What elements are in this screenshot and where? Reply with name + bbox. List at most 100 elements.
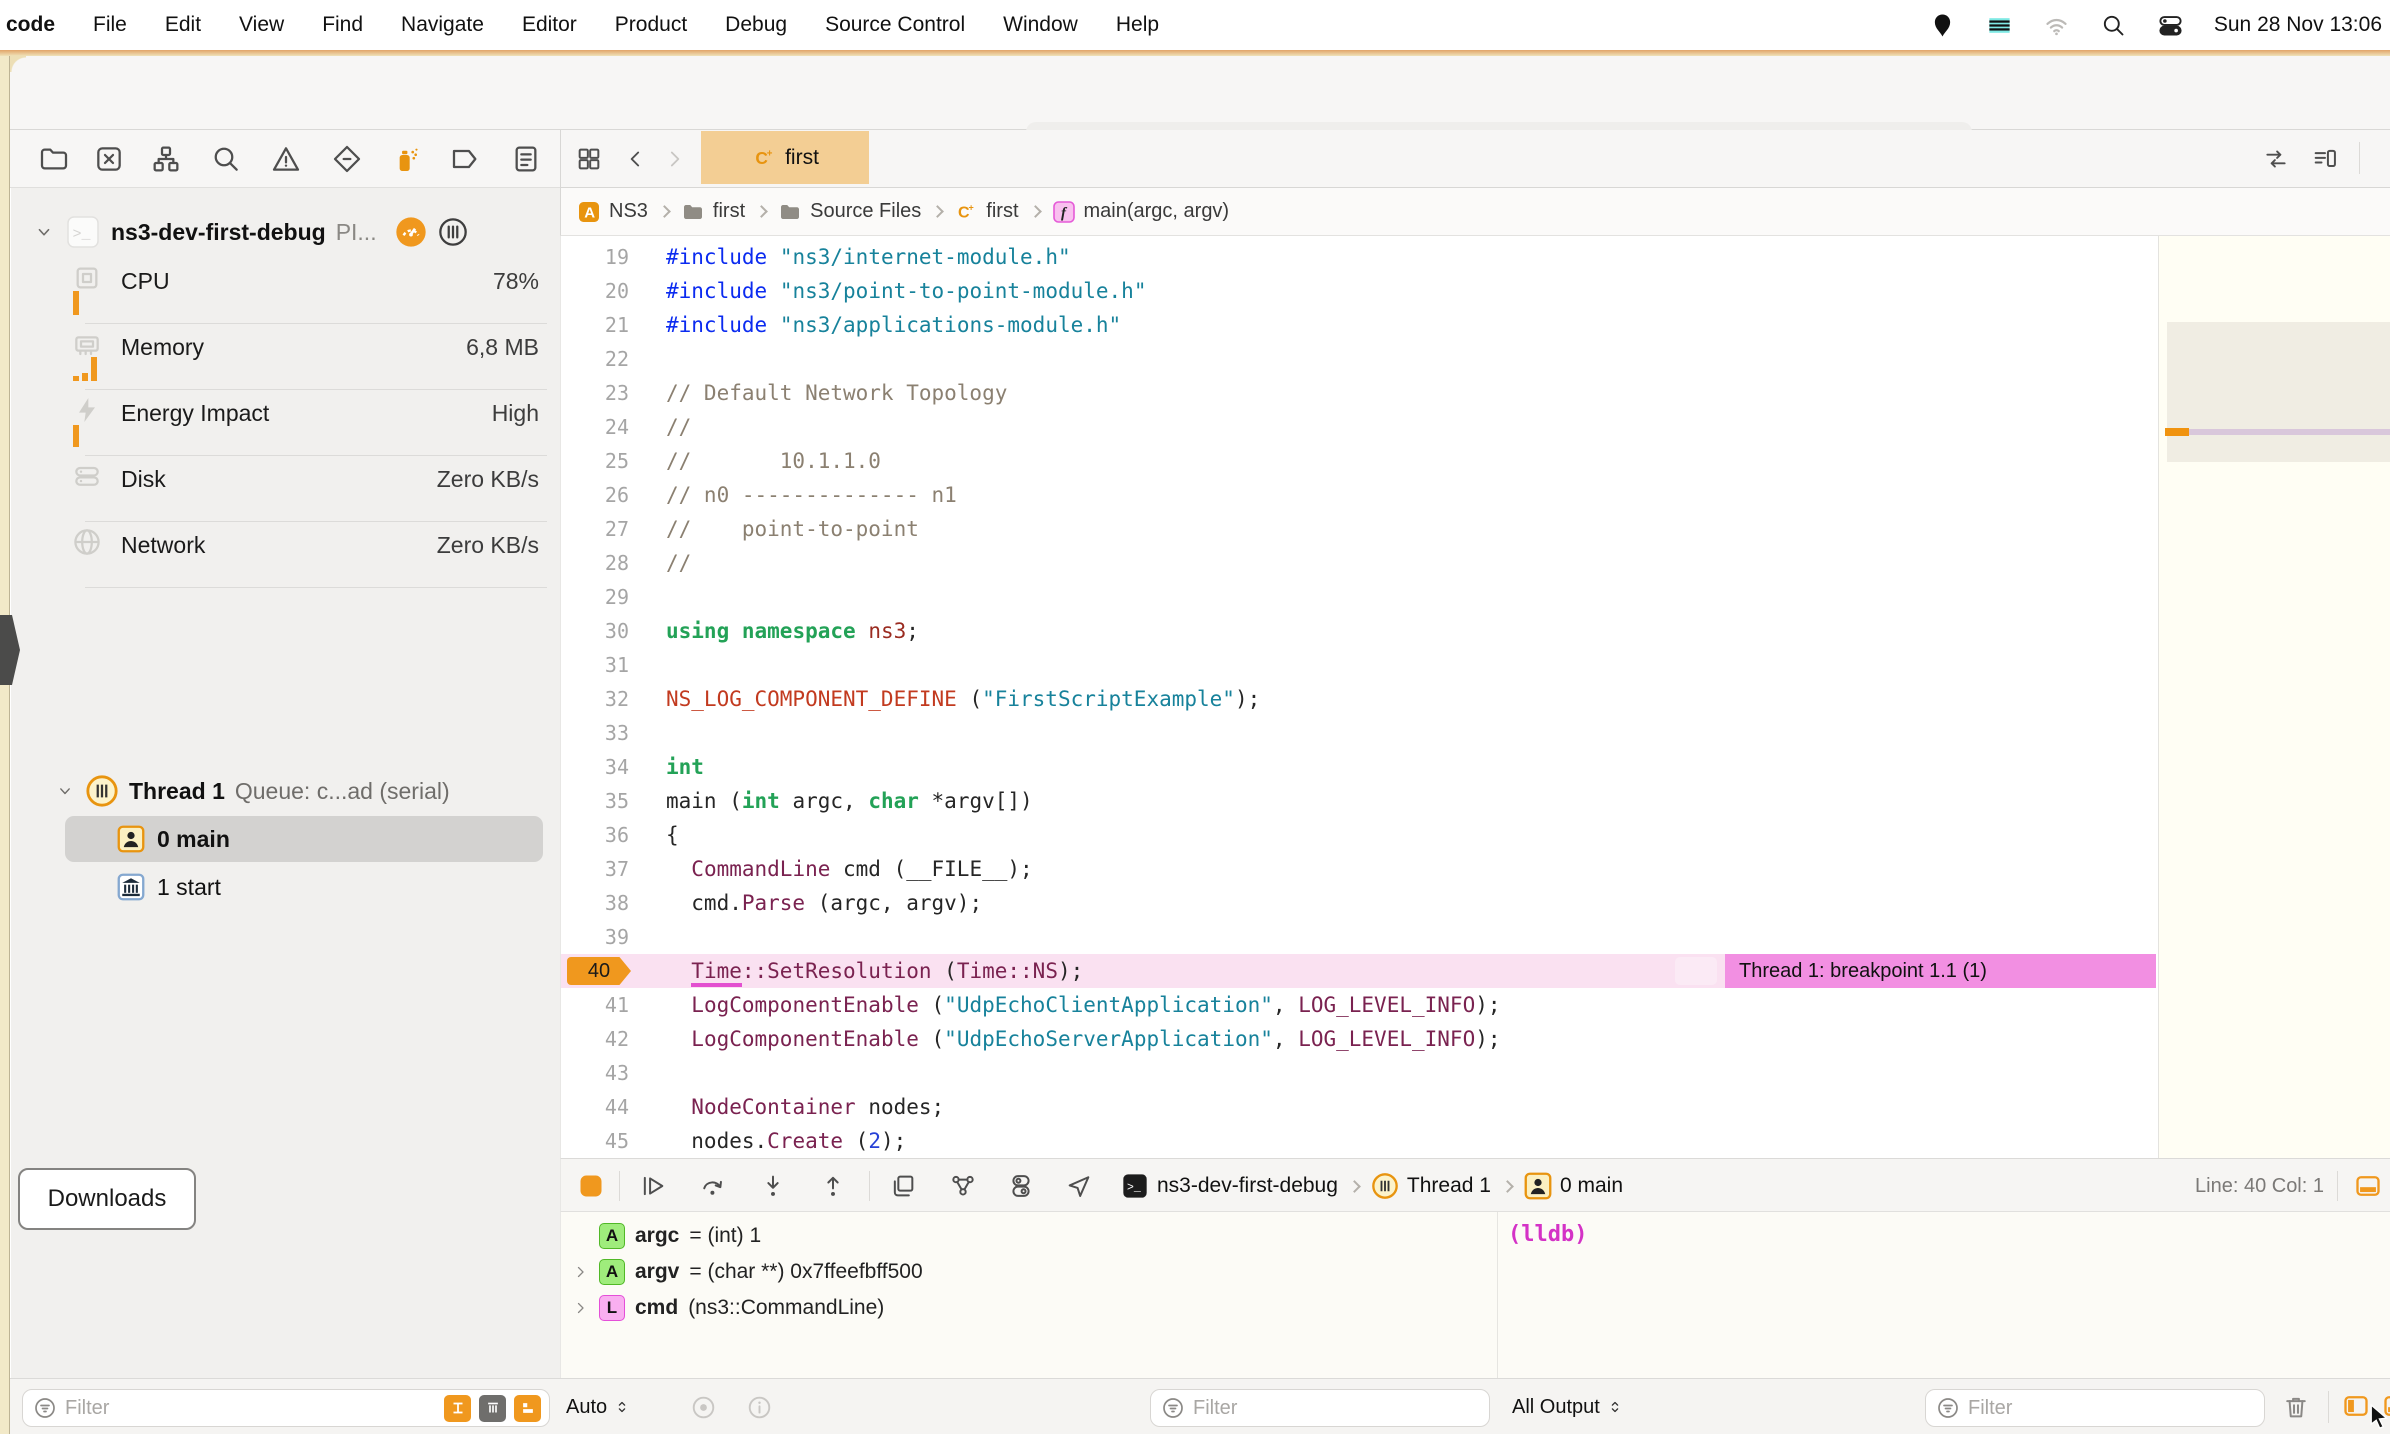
menu-product[interactable]: Product <box>615 13 687 37</box>
line-number[interactable]: 42 <box>561 1022 639 1056</box>
line-number[interactable]: 26 <box>561 478 639 512</box>
gauge-disk[interactable]: DiskZero KB/s <box>85 456 547 522</box>
line-number[interactable]: 34 <box>561 750 639 784</box>
variable-row-cmd[interactable]: Lcmd(ns3::CommandLine) <box>561 1290 1497 1326</box>
tab-first[interactable]: C+ first <box>701 131 869 184</box>
view-hierarchy-icon[interactable] <box>889 1172 917 1200</box>
variable-row-argc[interactable]: Aargc= (int) 1 <box>561 1218 1497 1254</box>
disclosure-chevron-icon[interactable] <box>33 221 55 243</box>
breakpoint-marker[interactable]: 40 <box>567 957 631 985</box>
line-number[interactable]: 39 <box>561 920 639 954</box>
continue-icon[interactable] <box>639 1172 667 1200</box>
menu-debug[interactable]: Debug <box>725 13 787 37</box>
source-editor[interactable]: 19#include "ns3/internet-module.h"20#inc… <box>560 236 2156 1158</box>
symbol-navigator-icon[interactable] <box>150 143 182 175</box>
minimap[interactable] <box>2158 236 2390 1158</box>
keyboard-layout-icon[interactable] <box>1986 12 2013 39</box>
menu-view[interactable]: View <box>239 13 284 37</box>
jumpbar-item[interactable]: Source Files <box>778 200 921 224</box>
forward-button[interactable] <box>661 146 687 172</box>
line-number[interactable]: 25 <box>561 444 639 478</box>
menu-edit[interactable]: Edit <box>165 13 201 37</box>
console-view[interactable]: (lldb) <box>1497 1212 2390 1378</box>
line-number[interactable]: 44 <box>561 1090 639 1124</box>
gauge-energy-impact[interactable]: Energy ImpactHigh <box>85 390 547 456</box>
editor-options-icon[interactable] <box>2309 145 2341 173</box>
memory-graph-icon[interactable] <box>949 1172 977 1200</box>
line-number[interactable]: 36 <box>561 818 639 852</box>
menu-navigate[interactable]: Navigate <box>401 13 484 37</box>
menu-help[interactable]: Help <box>1116 13 1159 37</box>
menu-file[interactable]: File <box>93 13 127 37</box>
menu-window[interactable]: Window <box>1003 13 1078 37</box>
related-items-icon[interactable] <box>2261 146 2291 172</box>
variables-filter-input[interactable] <box>1193 1397 1481 1420</box>
debug-area-toggle-icon[interactable] <box>2354 1172 2382 1200</box>
tab-overview-icon[interactable] <box>575 145 603 173</box>
process-row[interactable]: >_ ns3-dev-first-debug PI... <box>11 210 560 254</box>
line-number[interactable]: 45 <box>561 1124 639 1158</box>
line-number[interactable]: 31 <box>561 648 639 682</box>
line-number[interactable]: 33 <box>561 716 639 750</box>
line-number[interactable]: 24 <box>561 410 639 444</box>
source-control-navigator-icon[interactable] <box>93 143 125 175</box>
environment-overrides-icon[interactable] <box>1007 1172 1035 1200</box>
disclosure-chevron-icon[interactable] <box>571 1299 589 1317</box>
project-navigator-icon[interactable] <box>38 143 70 175</box>
breakpoint-actions-pill[interactable] <box>1675 957 1717 985</box>
variables-view[interactable]: Aargc= (int) 1Aargv= (char **) 0x7ffeefb… <box>560 1212 1497 1378</box>
jumpbar-item[interactable]: fmain(argc, argv) <box>1052 200 1230 224</box>
line-number[interactable]: 38 <box>561 886 639 920</box>
debug-navigator-icon[interactable] <box>389 143 421 175</box>
issue-navigator-icon[interactable] <box>270 143 302 175</box>
variables-scope-popup[interactable]: Auto <box>566 1379 631 1435</box>
breakpoints-toggle-icon[interactable] <box>577 1172 605 1200</box>
jumpbar-item[interactable]: first <box>681 200 745 224</box>
menu-editor[interactable]: Editor <box>522 13 577 37</box>
sidebar-filter-field[interactable] <box>22 1389 550 1427</box>
menu-source-control[interactable]: Source Control <box>825 13 965 37</box>
line-number[interactable]: 20 <box>561 274 639 308</box>
downloads-button[interactable]: Downloads <box>18 1168 196 1230</box>
line-number[interactable]: 41 <box>561 988 639 1022</box>
disclosure-chevron-icon[interactable] <box>571 1263 589 1281</box>
debug-crumb-item[interactable]: >_ns3-dev-first-debug <box>1121 1172 1338 1200</box>
line-number[interactable]: 29 <box>561 580 639 614</box>
report-navigator-icon[interactable] <box>510 143 542 175</box>
line-number[interactable]: 32 <box>561 682 639 716</box>
breakpoint-navigator-icon[interactable] <box>448 143 480 175</box>
line-number[interactable]: 27 <box>561 512 639 546</box>
quicklook-icon[interactable] <box>690 1394 717 1421</box>
info-icon[interactable] <box>746 1394 773 1421</box>
gauge-badge-icon[interactable] <box>395 216 427 248</box>
spotlight-search-icon[interactable] <box>2100 12 2127 39</box>
thread-row[interactable]: Thread 1 Queue: c...ad (serial) <box>11 768 560 814</box>
line-number[interactable]: 22 <box>561 342 639 376</box>
test-navigator-icon[interactable] <box>331 143 363 175</box>
gauge-network[interactable]: NetworkZero KB/s <box>85 522 547 588</box>
step-out-icon[interactable] <box>819 1172 847 1200</box>
console-filter-field[interactable] <box>1925 1389 2265 1427</box>
step-over-icon[interactable] <box>699 1172 727 1200</box>
variable-row-argv[interactable]: Aargv= (char **) 0x7ffeefbff500 <box>561 1254 1497 1290</box>
thread-group-icon[interactable] <box>437 216 469 248</box>
stack-frame-0[interactable]: 0 main <box>65 816 543 862</box>
step-into-icon[interactable] <box>759 1172 787 1200</box>
debug-crumb-item[interactable]: 0 main <box>1524 1172 1623 1200</box>
line-number[interactable]: 35 <box>561 784 639 818</box>
simulate-location-icon[interactable] <box>1065 1172 1093 1200</box>
stack-frame-1[interactable]: 1 start <box>65 864 543 910</box>
gauge-memory[interactable]: Memory6,8 MB <box>85 324 547 390</box>
app-logo-icon[interactable] <box>1929 12 1956 39</box>
console-output-popup[interactable]: All Output <box>1512 1379 1624 1435</box>
back-button[interactable] <box>623 146 649 172</box>
wifi-icon[interactable] <box>2043 12 2070 39</box>
variables-filter-field[interactable] <box>1150 1389 1490 1427</box>
line-number[interactable]: 28 <box>561 546 639 580</box>
line-number[interactable]: 21 <box>561 308 639 342</box>
clear-console-icon[interactable] <box>2282 1393 2310 1421</box>
console-filter-input[interactable] <box>1968 1397 2256 1420</box>
filter-flag-button[interactable] <box>444 1395 471 1422</box>
disclosure-chevron-icon[interactable] <box>55 781 75 801</box>
menu-app[interactable]: code <box>6 13 55 37</box>
